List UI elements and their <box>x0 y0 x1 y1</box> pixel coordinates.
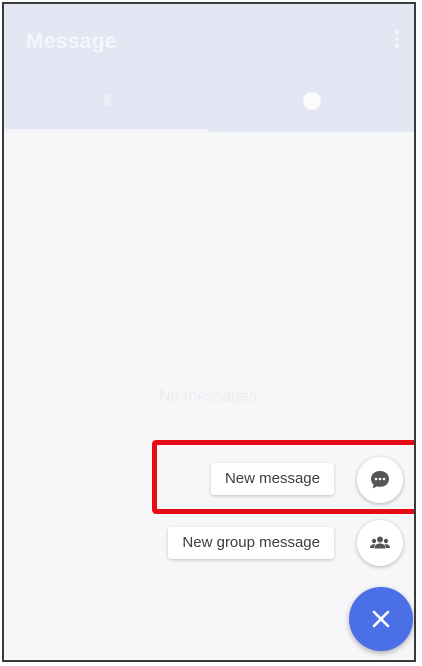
app-bar: Message <box>4 4 414 132</box>
app-title: Message <box>26 30 117 53</box>
new-group-message-button[interactable] <box>357 520 403 566</box>
close-icon <box>372 610 390 628</box>
new-group-message-label[interactable]: New group message <box>168 527 334 559</box>
tab-indicator <box>4 129 209 132</box>
group-icon <box>370 536 390 549</box>
empty-state-text: No messages <box>159 388 257 405</box>
more-vertical-icon[interactable] <box>394 30 400 52</box>
highlight-box <box>152 440 414 514</box>
phone-screen: Message No messages New message New grou… <box>2 2 416 662</box>
tab-icon-1 <box>103 94 110 106</box>
tab-1[interactable] <box>4 84 209 132</box>
tab-2[interactable] <box>209 84 414 132</box>
tab-icon-2 <box>302 92 321 110</box>
close-speed-dial-button[interactable] <box>349 587 413 651</box>
